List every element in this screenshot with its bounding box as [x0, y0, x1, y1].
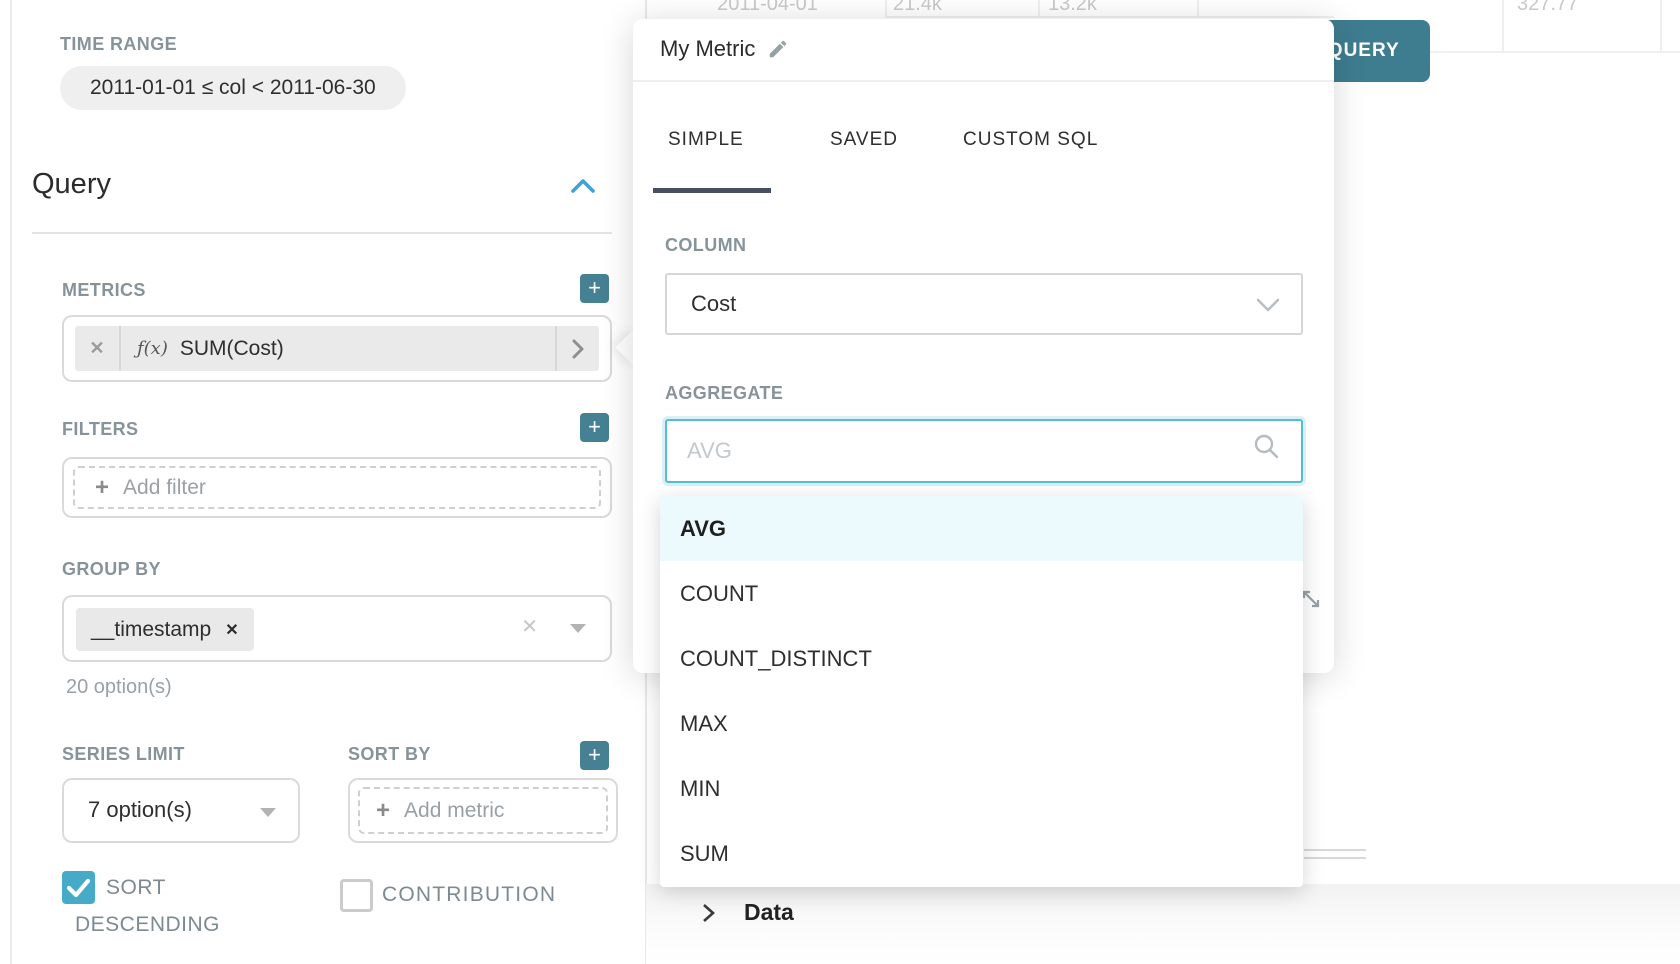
chevron-right-icon [700, 901, 716, 925]
remove-tag-icon[interactable]: ✕ [225, 620, 238, 640]
data-section-background [646, 884, 1680, 964]
table-grid-line [1038, 0, 1040, 16]
filters-container: + Add filter [62, 457, 612, 518]
data-section-label: Data [744, 899, 794, 926]
filters-label: FILTERS [62, 419, 138, 440]
aggregate-option-min[interactable]: MIN [660, 756, 1303, 821]
panel-edge-line [1304, 849, 1366, 851]
data-section-header[interactable]: Data [700, 899, 794, 926]
popover-divider [633, 80, 1334, 82]
series-limit-select[interactable]: 7 option(s) [62, 778, 300, 843]
aggregate-input[interactable] [665, 419, 1303, 483]
remove-metric-icon[interactable]: ✕ [75, 326, 121, 371]
check-icon [62, 871, 95, 904]
table-cell-value: 13.2k [1048, 0, 1097, 16]
plus-icon: + [376, 801, 390, 821]
tab-simple[interactable]: SIMPLE [668, 129, 744, 151]
tab-saved[interactable]: SAVED [830, 129, 898, 151]
edit-pencil-icon[interactable] [767, 38, 789, 60]
table-grid-line [885, 0, 887, 16]
table-grid-line [1197, 0, 1199, 16]
metrics-label: METRICS [62, 280, 146, 301]
contribution-label: CONTRIBUTION [382, 883, 556, 907]
table-cell-value: 21.4k [893, 0, 942, 16]
group-by-options-hint: 20 option(s) [66, 676, 172, 699]
sort-descending-checkbox[interactable] [62, 871, 95, 904]
column-select[interactable]: Cost [665, 273, 1303, 335]
add-metric-button[interactable]: + [580, 274, 609, 303]
sort-by-container: + Add metric [348, 778, 618, 843]
plus-icon: + [95, 478, 109, 498]
chevron-up-icon[interactable] [570, 176, 596, 196]
add-filter-dropzone[interactable]: + Add filter [73, 466, 601, 509]
add-filter-text: Add filter [123, 476, 206, 500]
table-grid-line [1502, 0, 1504, 52]
function-icon: ƒ(x) [137, 338, 168, 359]
aggregate-option-avg[interactable]: AVG [660, 496, 1303, 561]
caret-down-icon [260, 808, 276, 817]
table-cell-value: 327.77 [1517, 0, 1578, 16]
aggregate-option-count[interactable]: COUNT [660, 561, 1303, 626]
group-by-select[interactable]: __timestamp ✕ ✕ [62, 595, 612, 662]
panel-edge-line [1304, 857, 1366, 859]
add-metric-text: Add metric [404, 799, 504, 823]
clear-select-icon[interactable]: ✕ [521, 614, 538, 639]
column-label: COLUMN [665, 235, 746, 256]
time-range-label: TIME RANGE [60, 34, 177, 55]
metric-name: SUM(Cost) [180, 337, 284, 361]
table-grid-line [1396, 51, 1680, 53]
popover-title: My Metric [660, 36, 755, 62]
explore-screen: 2011-04-01 00:00:00 21.4k 13.2k 327.77 R… [0, 0, 1680, 964]
chevron-right-icon [571, 338, 585, 360]
aggregate-dropdown: AVG COUNT COUNT_DISTINCT MAX MIN SUM [660, 496, 1303, 887]
sort-descending-label: DESCENDING [75, 913, 220, 937]
aggregate-label: AGGREGATE [665, 383, 783, 404]
metric-body[interactable]: ƒ(x) SUM(Cost) [121, 326, 555, 371]
edit-metric-chevron[interactable] [555, 326, 599, 371]
aggregate-option-sum[interactable]: SUM [660, 821, 1303, 886]
series-limit-label: SERIES LIMIT [62, 744, 185, 765]
sort-descending-label: SORT [106, 876, 166, 900]
aggregate-option-count-distinct[interactable]: COUNT_DISTINCT [660, 626, 1303, 691]
group-by-tag-text: __timestamp [91, 618, 211, 642]
column-select-value: Cost [691, 291, 736, 317]
tab-custom-sql[interactable]: CUSTOM SQL [963, 129, 1098, 151]
chevron-down-icon [1255, 295, 1281, 315]
search-icon [1252, 432, 1280, 460]
aggregate-option-max[interactable]: MAX [660, 691, 1303, 756]
caret-down-icon[interactable] [570, 624, 586, 633]
add-filter-button[interactable]: + [580, 413, 609, 442]
section-divider [32, 232, 612, 234]
group-by-tag: __timestamp ✕ [76, 608, 254, 651]
active-tab-indicator [653, 188, 771, 193]
table-grid-line [1660, 0, 1662, 52]
sort-by-label: SORT BY [348, 744, 431, 765]
metric-pill[interactable]: ✕ ƒ(x) SUM(Cost) [75, 326, 599, 371]
contribution-checkbox[interactable] [340, 879, 373, 912]
table-grid-line [885, 16, 1334, 18]
add-sort-metric-dropzone[interactable]: + Add metric [358, 787, 608, 834]
metrics-container: ✕ ƒ(x) SUM(Cost) [62, 315, 612, 382]
group-by-label: GROUP BY [62, 559, 161, 580]
query-section-title: Query [32, 168, 111, 201]
time-range-filter[interactable]: 2011-01-01 ≤ col < 2011-06-30 [60, 66, 406, 110]
add-sort-metric-button[interactable]: + [580, 741, 609, 770]
series-limit-value: 7 option(s) [88, 797, 192, 823]
